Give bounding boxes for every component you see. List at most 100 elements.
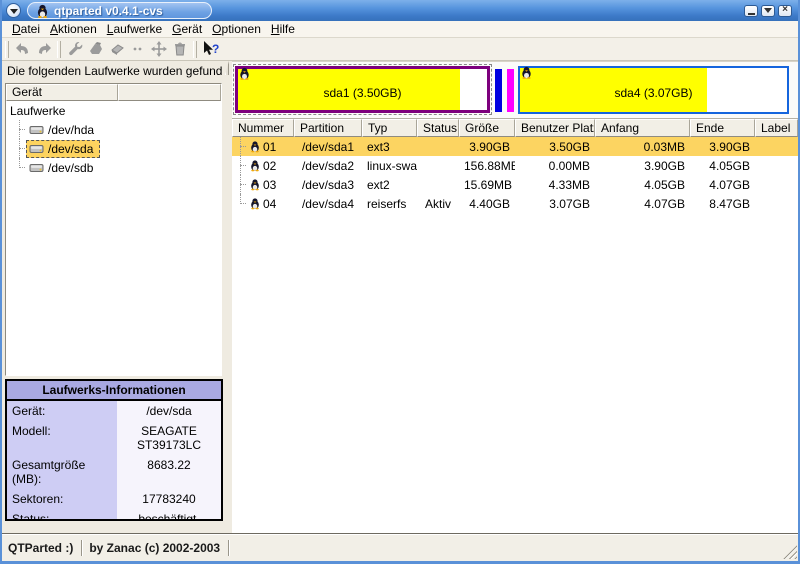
cell-partition: /dev/sda2 [294,159,362,173]
column-header-anfang[interactable]: Anfang [595,119,690,137]
empty-column-header[interactable] [118,84,221,101]
statusbar: QTParted :) by Zanac (c) 2002-2003 [2,535,798,561]
cell-nummer: 02 [263,159,276,173]
cell-partition: /dev/sda4 [294,197,362,211]
trash-icon [171,40,189,58]
cell-anfang: 4.05GB [595,178,690,192]
qtparted-window: qtparted v0.4.1-cvs × Datei Aktionen Lau… [0,0,800,564]
partition-bar-sda1[interactable]: sda1 (3.50GB) [233,64,492,115]
redo-icon [35,40,53,58]
redo-button[interactable] [33,39,54,60]
move-button[interactable] [148,39,169,60]
drive-info-title: Laufwerks-Informationen [7,381,221,401]
tree-item-label: /dev/sdb [48,161,93,175]
cell-typ: ext3 [362,140,417,154]
info-label: Status: [7,509,117,521]
cell-ende: 4.05GB [690,159,755,173]
whats-this-button[interactable]: ? [200,39,221,60]
column-header-typ[interactable]: Typ [362,119,417,137]
column-header-partition[interactable]: Partition [294,119,362,137]
table-row-sda3[interactable]: 03 /dev/sda3 ext2 15.69MB 4.33MB 4.05GB … [232,175,798,194]
create-button[interactable] [85,39,106,60]
menu-geraet[interactable]: Gerät [167,21,207,37]
partition-table-header: Nummer Partition Typ Status Größe Benutz… [232,119,798,137]
tree-root[interactable]: Laufwerke [6,101,221,120]
table-row-sda2[interactable]: 02 /dev/sda2 linux-swap 156.88MB 0.00MB … [232,156,798,175]
selected-device: /dev/sda [26,140,100,158]
table-row-sda1[interactable]: 01 /dev/sda1 ext3 3.90GB 3.50GB 0.03MB 3… [232,137,798,156]
menu-laufwerke[interactable]: Laufwerke [102,21,167,37]
statusbar-separator [228,540,230,556]
delete-format-button[interactable] [106,39,127,60]
column-header-groesse[interactable]: Größe [459,119,515,137]
property-button[interactable] [64,39,85,60]
table-row-sda4[interactable]: 04 /dev/sda4 reiserfs Aktiv 4.40GB 3.07G… [232,194,798,213]
toolbar: ? [2,38,798,61]
column-header-benutzer-platz[interactable]: Benutzer Platz [515,119,595,137]
tree-item-dev-sdb[interactable]: /dev/sdb [6,158,221,177]
column-header-status[interactable]: Status [417,119,459,137]
tux-icon [239,67,250,83]
tree-branch [235,137,247,156]
cell-groesse: 4.40GB [459,197,515,211]
panel-splitter[interactable] [223,61,232,533]
partition-bar-sda2[interactable] [495,69,502,112]
info-value: /dev/sda [117,401,221,421]
toolbar-separator [57,41,61,58]
svg-text:?: ? [212,42,219,56]
window-menu-button[interactable] [6,3,21,18]
window-title: qtparted v0.4.1-cvs [54,4,163,18]
column-header-ende[interactable]: Ende [690,119,755,137]
cell-nummer: 04 [263,197,276,211]
column-header-nummer[interactable]: Nummer [232,119,294,137]
tree-item-dev-sda[interactable]: /dev/sda [6,139,221,158]
toolbar-separator [193,41,197,58]
title-capsule: qtparted v0.4.1-cvs [27,2,212,19]
cell-ende: 8.47GB [690,197,755,211]
eraser-icon [108,40,126,58]
menu-hilfe[interactable]: Hilfe [266,21,300,37]
splitter-grip-icon [225,61,229,75]
menu-datei[interactable]: Datei [7,21,45,37]
tux-icon [250,197,260,210]
tux-icon [250,140,260,153]
device-column-header[interactable]: Gerät [6,84,118,101]
minimize-button[interactable] [744,5,758,17]
wrench-icon [66,40,84,58]
menu-optionen[interactable]: Optionen [207,21,266,37]
help-pointer-icon: ? [201,40,221,58]
trash-button[interactable] [169,39,190,60]
partition-panel: sda1 (3.50GB) sda4 (3.07GB) [232,61,798,533]
cell-anfang: 3.90GB [595,159,690,173]
partition-bar-sda4[interactable]: sda4 (3.07GB) [518,66,789,114]
undo-button[interactable] [12,39,33,60]
toolbar-handle[interactable] [5,41,9,58]
tux-icon [250,159,260,172]
drive-info-table: Gerät: /dev/sda Modell: SEAGATE ST39173L… [7,401,221,521]
close-button[interactable]: × [778,5,792,17]
tree-branch [14,139,26,158]
tree-item-dev-hda[interactable]: /dev/hda [6,120,221,139]
partition-table: Nummer Partition Typ Status Größe Benutz… [232,119,798,213]
device-panel: Die folgenden Laufwerke wurden gefunden:… [4,61,223,533]
tree-branch [235,156,247,175]
info-label: Gesamtgröße (MB): [7,455,117,489]
cell-groesse: 15.69MB [459,178,515,192]
drive-info-panel: Laufwerks-Informationen Gerät: /dev/sda … [5,379,223,521]
column-header-label[interactable]: Label [755,119,798,137]
cell-anfang: 0.03MB [595,140,690,154]
dots-icon [129,40,147,58]
cell-nummer: 03 [263,178,276,192]
device-tree-header: Gerät [6,84,221,101]
partition-bar-sda3[interactable] [507,69,514,112]
window-menu-arrow-icon [10,9,18,14]
resize-button[interactable] [127,39,148,60]
info-label: Sektoren: [7,489,117,509]
resize-grip[interactable] [783,545,797,559]
menu-aktionen[interactable]: Aktionen [45,21,102,37]
cell-groesse: 156.88MB [459,159,515,173]
cell-status: Aktiv [417,197,459,211]
tux-icon [521,66,532,82]
cell-benutzer-platz: 3.07GB [515,197,595,211]
shade-button[interactable] [761,5,775,17]
